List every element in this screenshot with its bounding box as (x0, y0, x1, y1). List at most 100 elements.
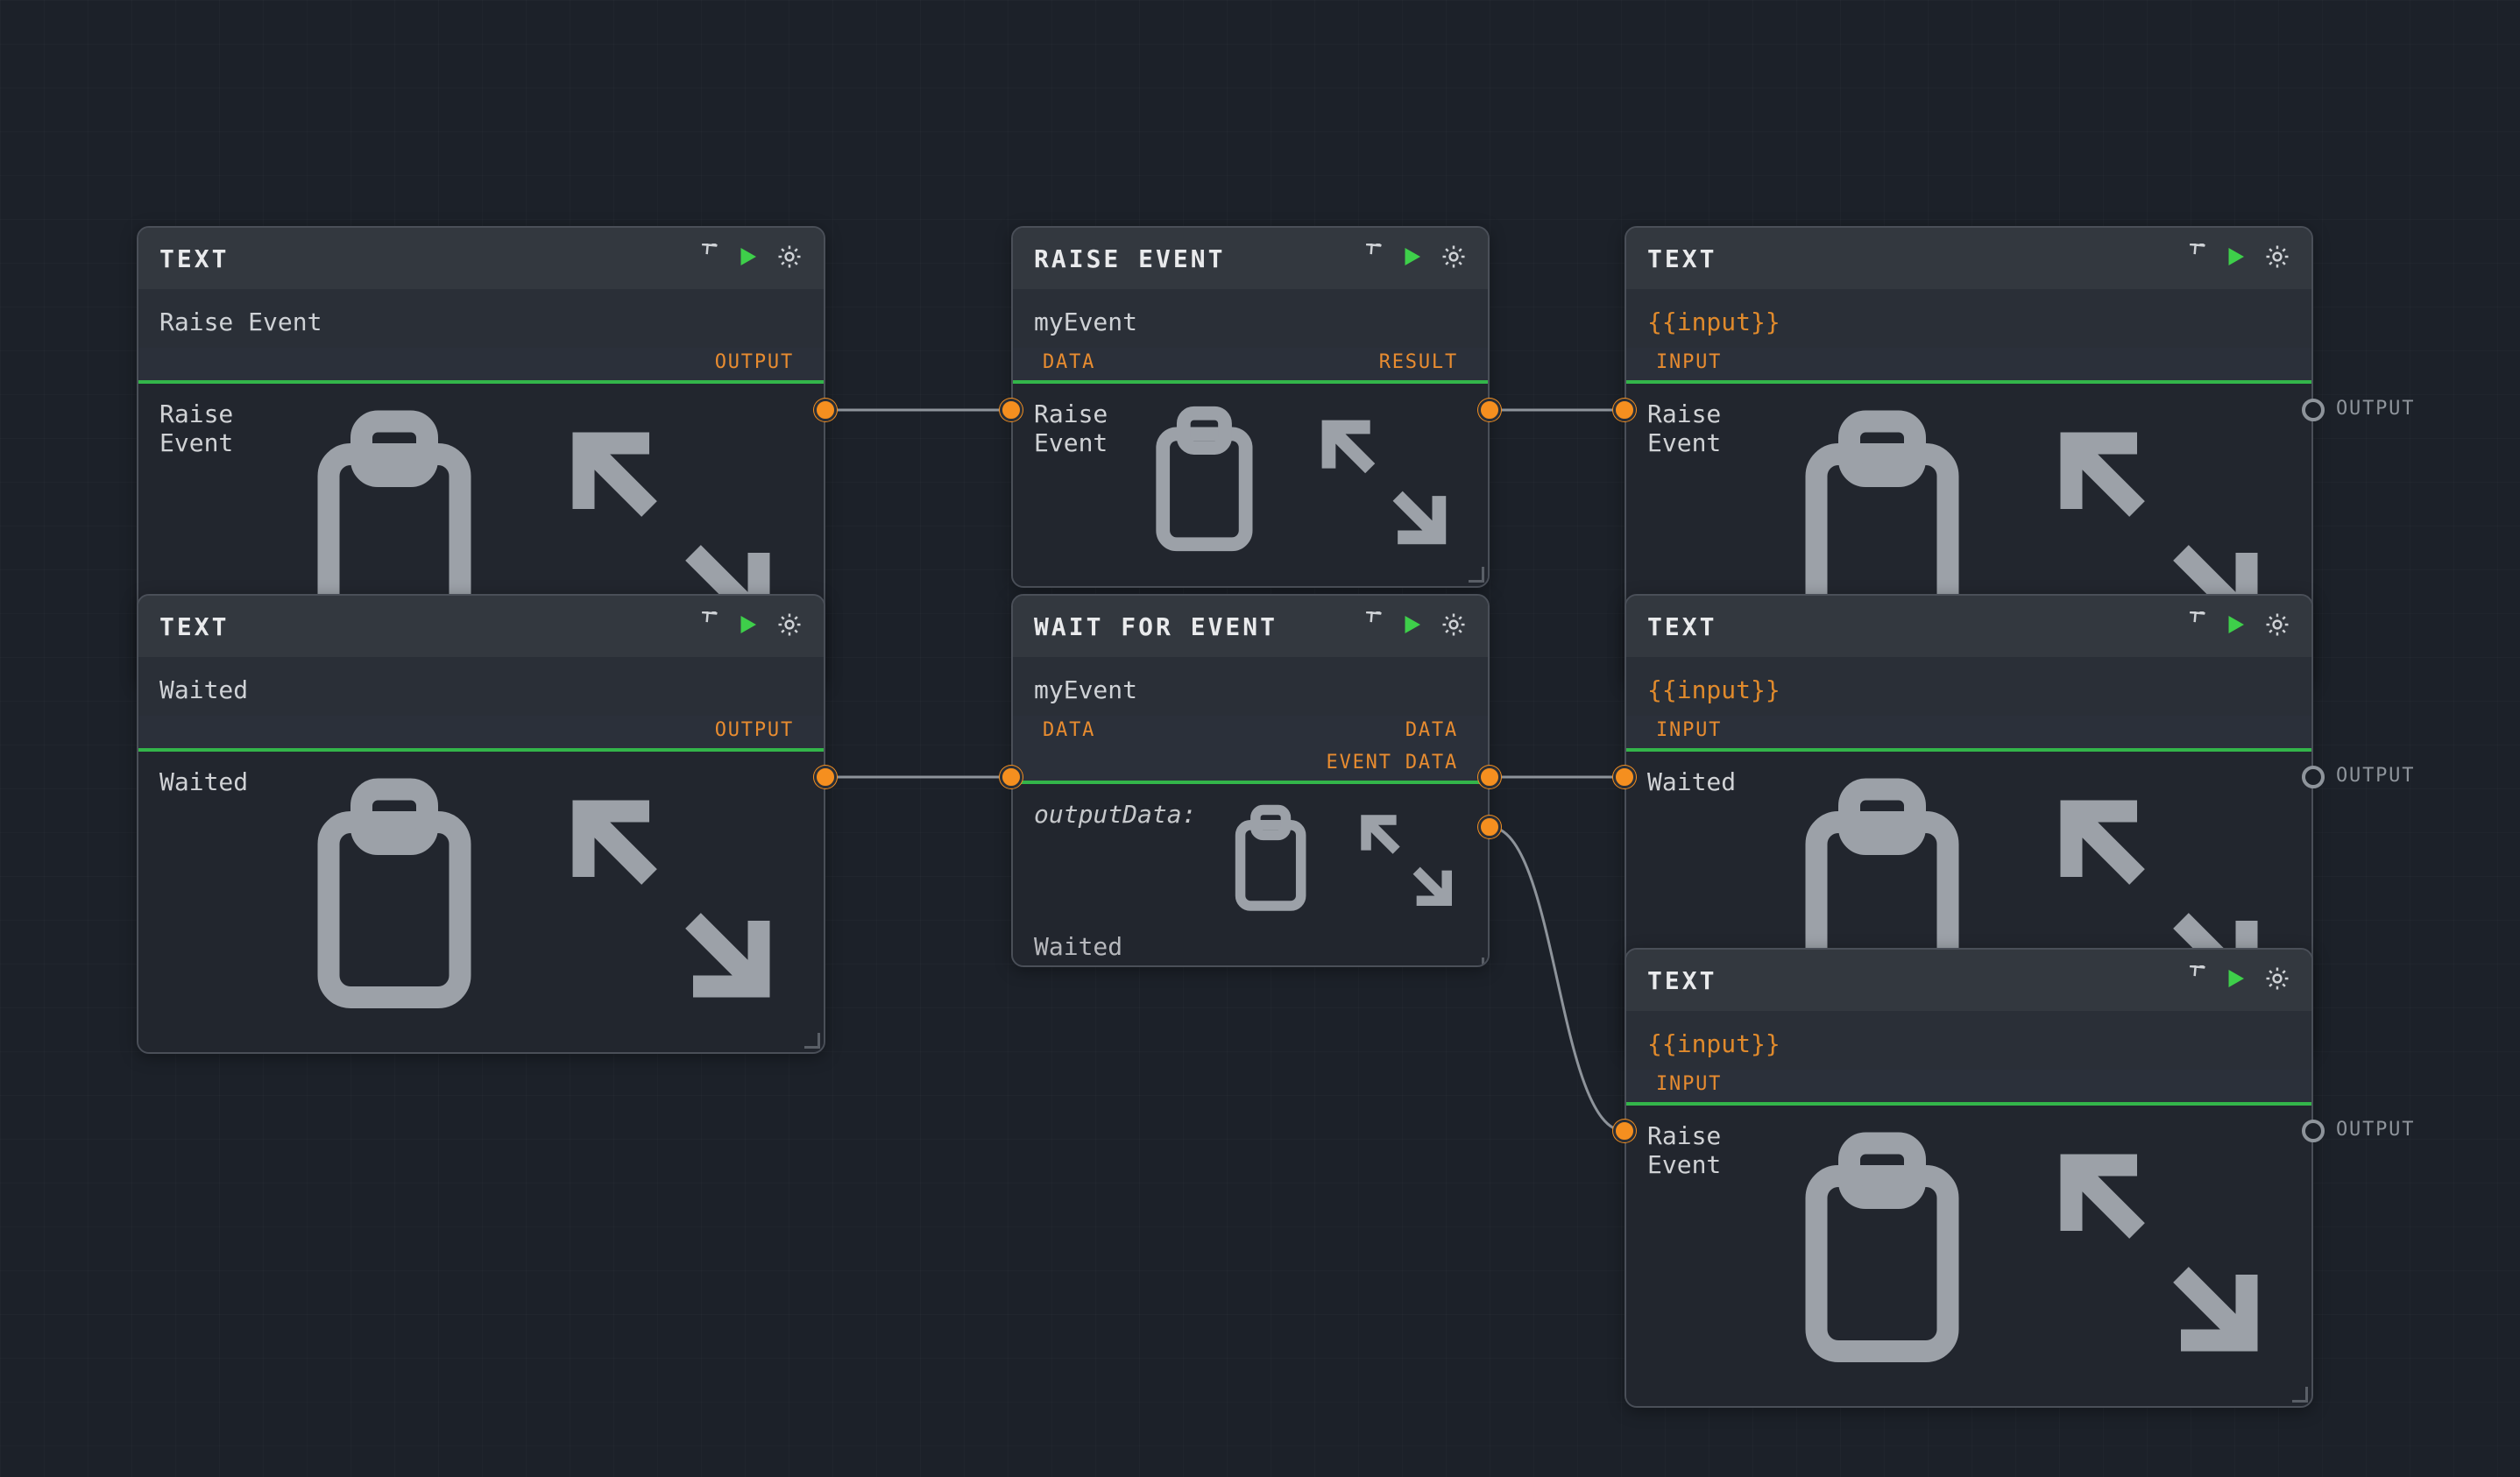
output-value: Raise Event (159, 399, 249, 457)
pin-icon[interactable] (692, 611, 718, 641)
node-body-text: {{input}} (1647, 1029, 1780, 1058)
node-title: RAISE EVENT (1034, 244, 1344, 273)
node-output: outputData: Waited (1013, 784, 1488, 967)
node-header[interactable]: TEXT (138, 596, 824, 657)
output-label: outputData: (1034, 800, 1196, 829)
node-header[interactable]: WAIT FOR EVENT (1013, 596, 1488, 657)
node-body: myEvent (1013, 289, 1488, 348)
output-value: Waited (159, 767, 249, 796)
output-value: Raise Event (1647, 1121, 1737, 1179)
node-title: TEXT (1647, 966, 2168, 995)
port-label-result: RESULT (1379, 351, 1458, 373)
port-label-output: OUTPUT (715, 351, 794, 373)
node-body: Waited (138, 657, 824, 716)
node-output: Waited (138, 752, 824, 1052)
port-n2_res[interactable] (1478, 399, 1501, 421)
node-title: TEXT (159, 244, 680, 273)
node-n7[interactable]: TEXT {{input}} INPUT OUTPUT Raise Event (1625, 948, 2313, 1408)
divider-bar (1013, 781, 1488, 784)
node-header[interactable]: TEXT (1626, 596, 2311, 657)
port-n4_out[interactable] (814, 766, 837, 788)
node-body: Raise Event (138, 289, 824, 348)
node-graph-canvas[interactable]: TEXT Raise Event OUTPUT Raise Event RAIS… (0, 0, 2520, 1477)
port-n7_in[interactable] (1613, 1120, 1636, 1142)
port-n1_out[interactable] (814, 399, 837, 421)
node-header[interactable]: TEXT (138, 228, 824, 289)
node-n5[interactable]: WAIT FOR EVENT myEvent DATA DATA EVENT D… (1011, 594, 1490, 967)
pin-icon[interactable] (2180, 965, 2206, 995)
pin-icon[interactable] (2180, 611, 2206, 641)
node-output: Raise Event (1013, 384, 1488, 587)
node-header[interactable]: TEXT (1626, 228, 2311, 289)
clipboard-icon[interactable] (263, 767, 526, 1036)
pin-icon[interactable] (2180, 244, 2206, 273)
port-label-input: INPUT (1656, 351, 1722, 373)
gear-icon[interactable] (776, 244, 803, 273)
output-value: Waited (1647, 767, 1737, 796)
node-body-text: myEvent (1034, 675, 1137, 704)
clipboard-icon[interactable] (1751, 1121, 2014, 1390)
play-icon[interactable] (1398, 611, 1425, 641)
node-title: TEXT (1647, 612, 2168, 641)
divider-bar (1626, 380, 2311, 384)
gear-icon[interactable] (2264, 965, 2290, 995)
clipboard-icon[interactable] (1210, 800, 1331, 927)
divider-bar (1626, 748, 2311, 752)
node-body-text: {{input}} (1647, 307, 1780, 336)
play-icon[interactable] (734, 611, 761, 641)
port-n6_out[interactable] (2302, 766, 2325, 788)
output-value: Raise Event (1034, 399, 1108, 457)
expand-icon[interactable] (1346, 800, 1467, 927)
node-title: TEXT (159, 612, 680, 641)
node-n4[interactable]: TEXT Waited OUTPUT Waited (137, 594, 825, 1054)
play-icon[interactable] (734, 244, 761, 273)
divider-bar (1013, 380, 1488, 384)
play-icon[interactable] (2222, 611, 2248, 641)
output-value: Waited (1034, 932, 1122, 961)
pin-icon[interactable] (1356, 244, 1383, 273)
port-label-input: INPUT (1656, 719, 1722, 741)
divider-bar (138, 380, 824, 384)
node-n2[interactable]: RAISE EVENT myEvent DATA RESULT Raise Ev… (1011, 226, 1490, 588)
gear-icon[interactable] (2264, 611, 2290, 641)
port-n5_odata[interactable] (1478, 766, 1501, 788)
port-label-data: DATA (1043, 351, 1095, 373)
pin-icon[interactable] (692, 244, 718, 273)
node-header[interactable]: RAISE EVENT (1013, 228, 1488, 289)
port-label-input: INPUT (1656, 1073, 1722, 1095)
port-n6_in[interactable] (1613, 766, 1636, 788)
port-n7_out[interactable] (2302, 1120, 2325, 1142)
pin-icon[interactable] (1356, 611, 1383, 641)
port-label-data: DATA (1043, 719, 1095, 741)
gear-icon[interactable] (1441, 244, 1467, 273)
edge (1490, 827, 1625, 1131)
node-body: {{input}} (1626, 657, 2311, 716)
port-n5_edata[interactable] (1478, 816, 1501, 838)
clipboard-icon[interactable] (1122, 399, 1287, 571)
gear-icon[interactable] (2264, 244, 2290, 273)
port-n3_out[interactable] (2302, 399, 2325, 421)
play-icon[interactable] (1398, 244, 1425, 273)
port-label-eventdata: EVENT DATA (1327, 752, 1458, 774)
output-value: Raise Event (1647, 399, 1737, 457)
gear-icon[interactable] (776, 611, 803, 641)
node-header[interactable]: TEXT (1626, 950, 2311, 1011)
divider-bar (138, 748, 824, 752)
port-label-output-external: OUTPUT (2336, 398, 2415, 420)
node-body-text: myEvent (1034, 307, 1137, 336)
expand-icon[interactable] (2028, 1121, 2290, 1390)
expand-icon[interactable] (540, 767, 803, 1036)
play-icon[interactable] (2222, 965, 2248, 995)
port-n3_in[interactable] (1613, 399, 1636, 421)
gear-icon[interactable] (1441, 611, 1467, 641)
node-body-text: {{input}} (1647, 675, 1780, 704)
node-body: {{input}} (1626, 1011, 2311, 1070)
expand-icon[interactable] (1301, 399, 1467, 571)
node-body-text: Raise Event (159, 307, 322, 336)
play-icon[interactable] (2222, 244, 2248, 273)
node-output: Raise Event (1626, 1106, 2311, 1406)
port-label-output: OUTPUT (715, 719, 794, 741)
node-body-text: Waited (159, 675, 248, 704)
port-n5_data[interactable] (1000, 766, 1023, 788)
port-n2_data[interactable] (1000, 399, 1023, 421)
